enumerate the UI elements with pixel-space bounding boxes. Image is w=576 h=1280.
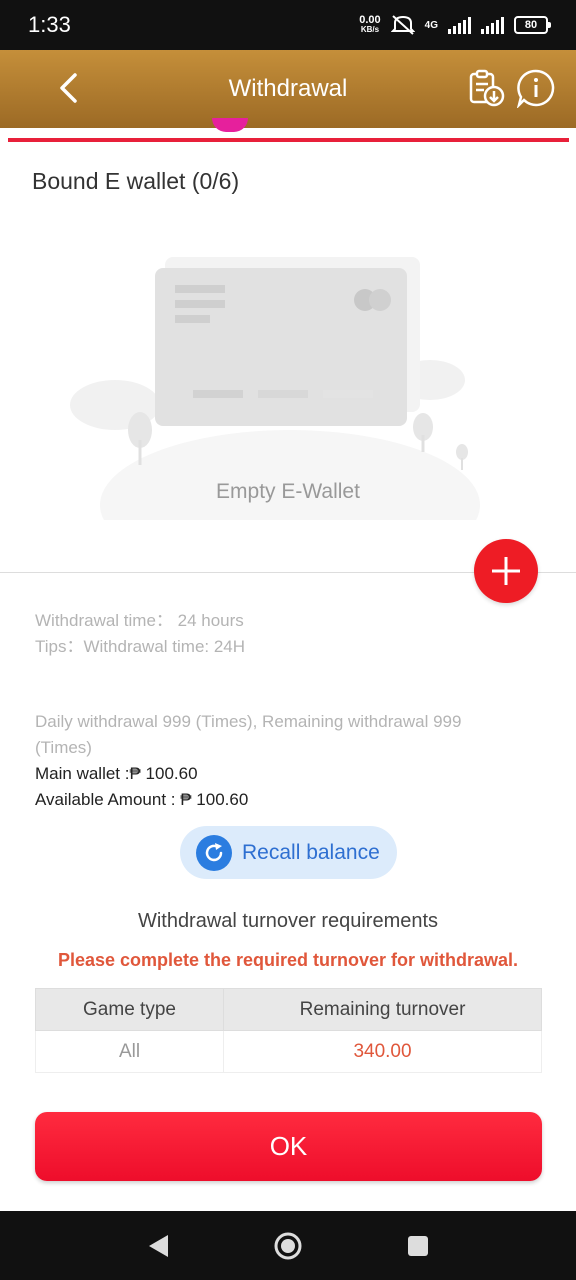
empty-wallet-illustration bbox=[70, 257, 480, 520]
status-time: 1:33 bbox=[28, 12, 71, 37]
info-icon[interactable] bbox=[516, 68, 556, 108]
turnover-warning: Please complete the required turnover fo… bbox=[57, 950, 519, 970]
recents-square-icon bbox=[408, 1235, 428, 1256]
clipboard-download-icon[interactable] bbox=[466, 68, 506, 108]
status-bar: 1:33 0.00 KB/s 4G 80 bbox=[0, 0, 576, 50]
empty-wallet-label: Empty E-Wallet bbox=[216, 480, 360, 503]
available-amount-text: Available Amount : ₱ 100.60 bbox=[35, 790, 249, 809]
refresh-icon bbox=[196, 834, 232, 871]
daily-withdrawal-text: Daily withdrawal 999 (Times), Remaining … bbox=[35, 712, 462, 731]
accent-divider bbox=[8, 138, 569, 142]
turnover-title: Withdrawal turnover requirements bbox=[137, 910, 439, 932]
nav-back-button[interactable] bbox=[143, 1231, 173, 1261]
net-speed-value: 0.00 bbox=[359, 14, 381, 26]
net-speed-unit: KB/s bbox=[360, 25, 380, 34]
tips-text: Tips：Withdrawal time: 24H bbox=[35, 637, 246, 656]
chevron-left-icon bbox=[60, 73, 77, 103]
daily-withdrawal-text-cont: (Times) bbox=[35, 738, 92, 757]
nav-recents-button[interactable] bbox=[403, 1231, 433, 1261]
signal-icon-2 bbox=[481, 16, 504, 34]
system-nav-bar bbox=[0, 1211, 576, 1280]
app-header: Withdrawal bbox=[0, 50, 576, 128]
turnover-table: Game type Remaining turnover All 340.00 bbox=[35, 988, 542, 1073]
plus-icon bbox=[492, 557, 520, 585]
home-circle-icon bbox=[274, 1232, 302, 1259]
column-header-remaining-turnover: Remaining turnover bbox=[223, 988, 542, 1031]
tab-indicator bbox=[212, 118, 248, 132]
battery-icon: 80 bbox=[514, 16, 551, 34]
net-speed: 0.00 KB/s bbox=[359, 15, 380, 35]
add-ewallet-button[interactable] bbox=[474, 539, 538, 603]
mute-icon bbox=[390, 15, 415, 35]
nav-home-button[interactable] bbox=[273, 1231, 303, 1261]
network-type: 4G bbox=[424, 20, 438, 31]
battery-level: 80 bbox=[524, 19, 538, 31]
table-row: All 340.00 bbox=[35, 1030, 542, 1073]
recall-balance-button[interactable]: Recall balance bbox=[180, 826, 397, 879]
table-header-row: Game type Remaining turnover bbox=[35, 988, 542, 1031]
status-icons: 0.00 KB/s 4G 80 bbox=[359, 14, 551, 36]
recall-balance-label: Recall balance bbox=[242, 840, 380, 864]
back-button[interactable] bbox=[48, 68, 88, 108]
page-title: Withdrawal bbox=[228, 75, 348, 102]
main-wallet-text: Main wallet :₱ 100.60 bbox=[35, 764, 198, 783]
cell-game-type: All bbox=[35, 1030, 224, 1073]
signal-icon bbox=[448, 16, 471, 34]
cell-remaining-turnover: 340.00 bbox=[223, 1030, 542, 1073]
back-triangle-icon bbox=[149, 1234, 168, 1257]
column-header-game-type: Game type bbox=[35, 988, 224, 1031]
ok-button[interactable]: OK bbox=[35, 1112, 542, 1181]
ewallet-section-title: Bound E wallet (0/6) bbox=[32, 168, 240, 194]
withdrawal-time-text: Withdrawal time： 24 hours bbox=[35, 611, 244, 630]
